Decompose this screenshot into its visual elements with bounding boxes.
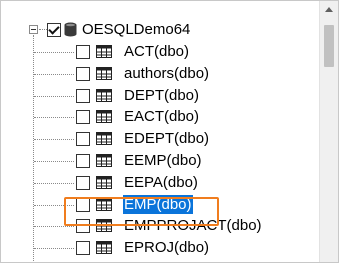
tree-guide-line (34, 226, 74, 227)
tree-view: OESQLDemo64 ACT(dbo) authors(dbo) DEPT(dbo… (1, 1, 319, 262)
object-tree-panel: OESQLDemo64 ACT(dbo) authors(dbo) DEPT(dbo… (0, 0, 339, 263)
tree-guide-line (39, 29, 47, 30)
table-icon (96, 110, 112, 123)
table-row[interactable]: ACT(dbo) (76, 41, 306, 62)
table-label: DEPT(dbo) (124, 87, 200, 104)
table-row[interactable]: EACT(dbo) (76, 106, 306, 127)
checkbox[interactable] (76, 241, 90, 255)
checkbox[interactable] (76, 176, 90, 190)
tree-guide-line (34, 139, 74, 140)
checkbox[interactable] (76, 67, 90, 81)
table-row[interactable]: EPROJ(dbo) (76, 237, 306, 258)
table-row[interactable]: EDEPT(dbo) (76, 128, 306, 149)
table-label: EEMP(dbo) (124, 152, 202, 169)
table-label: EDEPT(dbo) (124, 130, 210, 147)
tree-guide-line (34, 117, 74, 118)
table-icon (96, 132, 112, 145)
checkbox[interactable] (76, 154, 90, 168)
database-label: OESQLDemo64 (82, 21, 191, 38)
table-icon (96, 241, 112, 254)
scroll-thumb[interactable] (324, 25, 334, 67)
table-label: EPROJ(dbo) (124, 239, 210, 256)
table-label: EACT(dbo) (124, 108, 200, 125)
checkbox[interactable] (76, 132, 90, 146)
tree-guide-line (33, 35, 34, 262)
scroll-up-icon[interactable] (320, 1, 338, 19)
checkbox[interactable] (76, 45, 90, 59)
table-label: EEPA(dbo) (124, 174, 198, 191)
tree-guide-line (34, 74, 74, 75)
table-icon (96, 89, 112, 102)
table-row[interactable]: EEPA(dbo) (76, 172, 306, 193)
table-row[interactable]: DEPT(dbo) (76, 85, 306, 106)
tree-guide-line (34, 96, 74, 97)
table-icon (96, 45, 112, 58)
checkbox[interactable] (76, 110, 90, 124)
checkbox[interactable] (47, 23, 61, 37)
table-label: authors(dbo) (124, 65, 210, 82)
database-icon (64, 22, 77, 37)
tree-guide-line (34, 248, 74, 249)
vertical-scrollbar[interactable] (319, 1, 338, 262)
tree-guide-line (34, 52, 74, 53)
table-label: ACT(dbo) (124, 43, 190, 60)
checkbox[interactable] (76, 89, 90, 103)
table-icon (96, 176, 112, 189)
tree-guide-line (34, 183, 74, 184)
tree-guide-line (34, 161, 74, 162)
collapse-toggle[interactable] (29, 25, 38, 34)
tree-item-database[interactable]: OESQLDemo64 (47, 19, 297, 40)
table-icon (96, 154, 112, 167)
highlight-annotation (64, 197, 219, 226)
table-row[interactable]: EEMP(dbo) (76, 150, 306, 171)
table-row[interactable]: authors(dbo) (76, 63, 306, 84)
table-icon (96, 67, 112, 80)
